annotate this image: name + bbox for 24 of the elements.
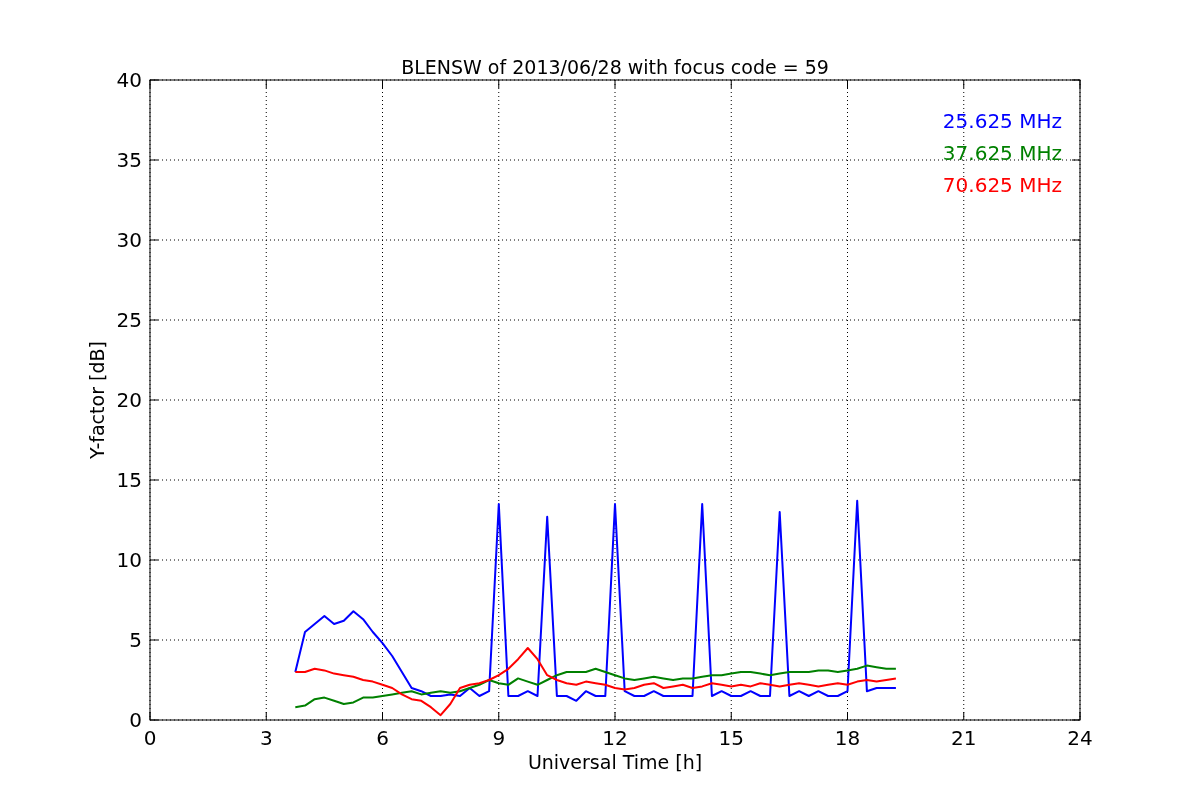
tick-label: 20: [116, 388, 142, 412]
chart-title: BLENSW of 2013/06/28 with focus code = 59: [401, 56, 829, 78]
tick-label: 9: [492, 726, 506, 750]
tick-label: 21: [951, 726, 977, 750]
legend-label: 25.625 MHz: [942, 109, 1062, 133]
tick-label: 0: [129, 708, 142, 732]
tick-label: 35: [116, 148, 142, 172]
tick-label: 10: [116, 548, 142, 572]
tick-label: 12: [602, 726, 628, 750]
tick-label: 24: [1067, 726, 1093, 750]
legend-label: 70.625 MHz: [942, 173, 1062, 197]
x-axis-label: Universal Time [h]: [527, 751, 703, 773]
tick-label: 5: [129, 628, 142, 652]
tick-label: 15: [116, 468, 142, 492]
tick-label: 30: [116, 228, 142, 252]
tick-label: 3: [259, 726, 273, 750]
tick-label: 40: [116, 68, 142, 92]
tick-label: 15: [718, 726, 744, 750]
legend-label: 37.625 MHz: [942, 141, 1062, 165]
tick-label: 25: [116, 308, 142, 332]
y-axis-label: Y-factor [dB]: [86, 341, 108, 459]
tick-label: 18: [834, 726, 861, 750]
tick-label: 6: [376, 726, 389, 750]
tick-label: 0: [143, 726, 157, 750]
